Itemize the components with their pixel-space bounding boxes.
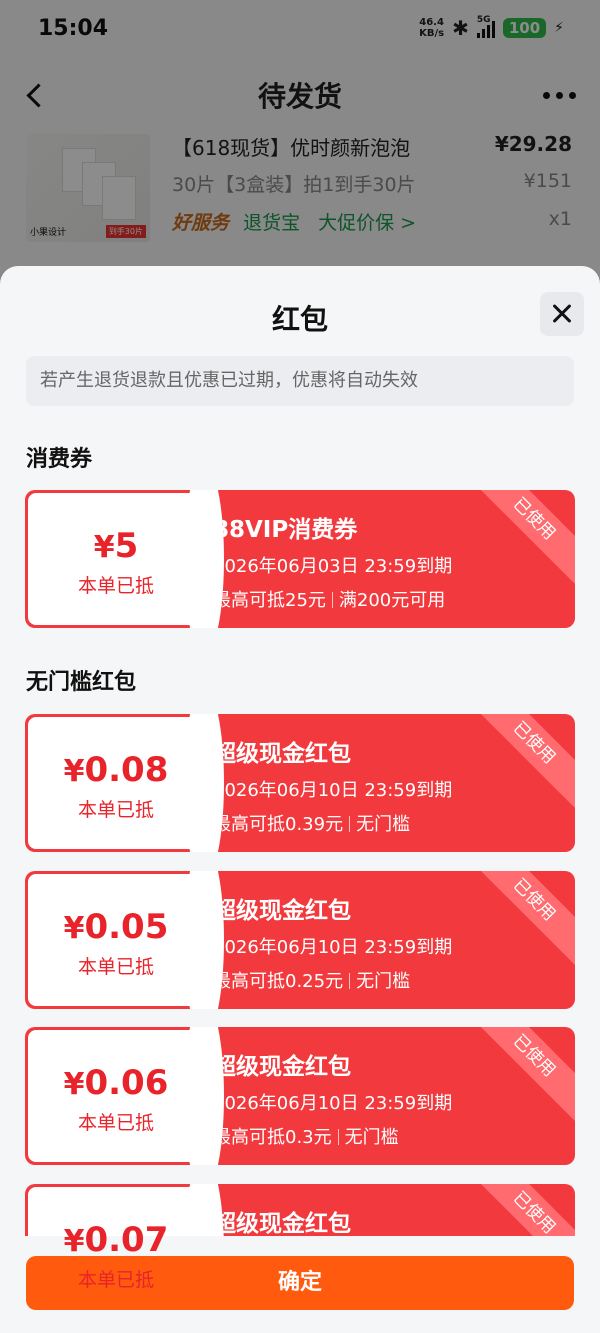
coupon-applied-label: 本单已抵 (77, 575, 154, 597)
coupon-card[interactable]: ¥0.06 本单已抵 超级现金红包 2026年06月10日 23:59到期 最高… (25, 1027, 575, 1165)
coupon-card[interactable]: ¥0.08 本单已抵 超级现金红包 2026年06月10日 23:59到期 最高… (25, 714, 575, 852)
coupon-applied-label: 本单已抵 (77, 1112, 154, 1134)
coupon-amount-panel: ¥0.05 本单已抵 (28, 871, 224, 1009)
coupon-name: 超级现金红包 (213, 741, 351, 767)
coupon-expiry: 2026年06月10日 23:59到期 (213, 937, 453, 958)
coupon-amount-panel: ¥0.06 本单已抵 (28, 1027, 224, 1165)
coupon-terms: 最高可抵0.25元 无门槛 (213, 971, 411, 992)
close-button[interactable] (540, 292, 584, 336)
dim-overlay[interactable] (0, 0, 600, 300)
coupon-card[interactable]: ¥0.05 本单已抵 超级现金红包 2026年06月10日 23:59到期 最高… (25, 871, 575, 1009)
coupon-name: 超级现金红包 (213, 1211, 351, 1237)
coupon-applied-label: 本单已抵 (77, 1269, 154, 1291)
coupon-name: 88VIP消费券 (213, 517, 358, 543)
coupon-info: 超级现金红包 2026年06月10日 23:59到期 最高可抵0.39元 无门槛 (213, 734, 452, 836)
coupon-card[interactable]: ¥5 本单已抵 88VIP消费券 2026年06月03日 23:59到期 最高可… (25, 490, 575, 628)
coupon-amount: ¥0.06 (63, 1063, 169, 1103)
used-status-ribbon: 已使用 (468, 490, 575, 585)
coupon-amount-panel: ¥0.08 本单已抵 (28, 714, 224, 852)
coupon-info: 超级现金红包 2026年06月10日 23:59到期 最高可抵0.3元 无门槛 (213, 1047, 452, 1149)
red-packet-sheet: 红包 若产生退货退款且优惠已过期，优惠将自动失效 消费券 ¥5 本单已抵 88V… (0, 266, 600, 1333)
used-status-ribbon: 已使用 (468, 1027, 575, 1122)
used-status-ribbon: 已使用 (468, 871, 575, 966)
coupon-info: 超级现金红包 2026年06月10日 23:59到期 最高可抵0.25元 无门槛 (213, 891, 452, 993)
coupon-name: 超级现金红包 (213, 898, 351, 924)
coupon-amount: ¥0.05 (63, 907, 169, 947)
notice-banner: 若产生退货退款且优惠已过期，优惠将自动失效 (26, 356, 574, 406)
coupon-expiry: 2026年06月03日 23:59到期 (213, 556, 453, 577)
coupon-expiry: 2026年06月10日 23:59到期 (213, 1093, 453, 1114)
used-status-ribbon: 已使用 (468, 714, 575, 809)
sheet-title: 红包 (271, 303, 328, 336)
coupon-terms: 最高可抵0.3元 无门槛 (213, 1127, 399, 1148)
coupon-amount-panel: ¥5 本单已抵 (28, 490, 224, 628)
coupon-applied-label: 本单已抵 (77, 799, 154, 821)
coupon-applied-label: 本单已抵 (77, 956, 154, 978)
coupon-terms: 最高可抵0.39元 无门槛 (213, 814, 411, 835)
coupon-terms: 最高可抵25元 满200元可用 (213, 590, 446, 611)
section-title-no-threshold: 无门槛红包 (26, 670, 137, 695)
coupon-info: 88VIP消费券 2026年06月03日 23:59到期 最高可抵25元 满200… (213, 510, 452, 612)
coupon-expiry: 2026年06月10日 23:59到期 (213, 780, 453, 801)
coupon-amount: ¥5 (93, 526, 139, 566)
coupon-name: 超级现金红包 (213, 1054, 351, 1080)
section-title-consumer-coupon: 消费券 (26, 447, 93, 472)
coupon-amount: ¥0.08 (63, 750, 169, 790)
coupon-amount: ¥0.07 (63, 1220, 169, 1260)
